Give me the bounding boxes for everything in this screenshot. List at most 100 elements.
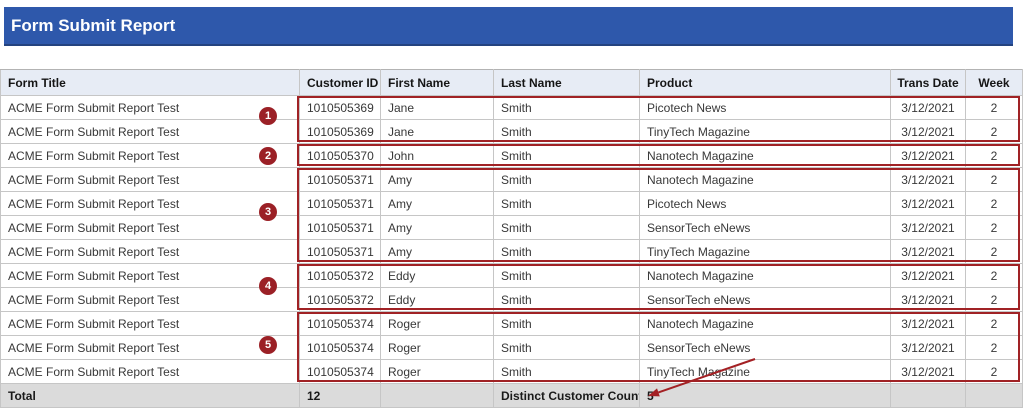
table-cell: 2 [966,144,1023,168]
table-row: ACME Form Submit Report Test1010505374Ro… [1,312,1023,336]
table-cell: 3/12/2021 [891,144,966,168]
report-title-bar: Form Submit Report [4,7,1013,46]
table-cell: SensorTech eNews [640,336,891,360]
table-cell: Jane [381,96,494,120]
table-cell: 1010505369 [300,120,381,144]
table-row: ACME Form Submit Report Test1010505371Am… [1,168,1023,192]
table-cell: TinyTech Magazine [640,240,891,264]
header-row: Form Title Customer ID First Name Last N… [1,70,1023,96]
table-cell: Eddy [381,288,494,312]
table-row: ACME Form Submit Report Test1010505369Ja… [1,120,1023,144]
col-header-product: Product [640,70,891,96]
table-cell: ACME Form Submit Report Test [1,96,300,120]
report-table: Form Title Customer ID First Name Last N… [0,69,1023,408]
col-header-last-name: Last Name [494,70,640,96]
table-cell: 2 [966,312,1023,336]
table-row: ACME Form Submit Report Test1010505371Am… [1,216,1023,240]
table-header: Form Title Customer ID First Name Last N… [1,70,1023,96]
table-cell: 2 [966,288,1023,312]
table-cell: 3/12/2021 [891,360,966,384]
table-cell: Amy [381,168,494,192]
table-cell: Nanotech Magazine [640,168,891,192]
table-cell: 3/12/2021 [891,264,966,288]
table-cell: Smith [494,168,640,192]
table-cell: 3/12/2021 [891,216,966,240]
total-label: Total [1,384,300,408]
total-empty-cell [381,384,494,408]
table-cell: 1010505372 [300,264,381,288]
table-cell: Amy [381,240,494,264]
total-transaction-count: 12 [300,384,381,408]
table-cell: TinyTech Magazine [640,120,891,144]
table-row: ACME Form Submit Report Test1010505370Jo… [1,144,1023,168]
table-cell: Smith [494,192,640,216]
page-title: Form Submit Report [4,16,175,36]
table-cell: 2 [966,360,1023,384]
table-row: ACME Form Submit Report Test1010505374Ro… [1,360,1023,384]
table-cell: Nanotech Magazine [640,144,891,168]
table-row: ACME Form Submit Report Test1010505369Ja… [1,96,1023,120]
table-cell: Amy [381,216,494,240]
table-cell: Roger [381,312,494,336]
table-cell: ACME Form Submit Report Test [1,288,300,312]
table-cell: 2 [966,336,1023,360]
total-empty-cell [891,384,966,408]
table-cell: 1010505371 [300,240,381,264]
table-cell: ACME Form Submit Report Test [1,312,300,336]
table-body: ACME Form Submit Report Test1010505369Ja… [1,96,1023,384]
table-cell: ACME Form Submit Report Test [1,240,300,264]
table-cell: Smith [494,120,640,144]
table-cell: Nanotech Magazine [640,312,891,336]
table-cell: 2 [966,240,1023,264]
table-cell: Smith [494,216,640,240]
table-cell: 3/12/2021 [891,240,966,264]
table-cell: TinyTech Magazine [640,360,891,384]
table-cell: Smith [494,288,640,312]
table-cell: Nanotech Magazine [640,264,891,288]
table-cell: 3/12/2021 [891,192,966,216]
col-header-form-title: Form Title [1,70,300,96]
col-header-customer-id: Customer ID [300,70,381,96]
table-cell: 1010505369 [300,96,381,120]
table-cell: 1010505372 [300,288,381,312]
table-cell: Picotech News [640,96,891,120]
col-header-trans-date: Trans Date [891,70,966,96]
table-cell: 2 [966,96,1023,120]
total-row: Total 12 Distinct Customer Count 5 [1,384,1023,408]
report-page: Form Submit Report Form Title Customer I… [0,0,1024,410]
table-cell: SensorTech eNews [640,216,891,240]
table-cell: 3/12/2021 [891,96,966,120]
table-cell: Smith [494,96,640,120]
table-cell: Roger [381,360,494,384]
total-empty-cell [966,384,1023,408]
table-cell: 1010505371 [300,192,381,216]
table-row: ACME Form Submit Report Test1010505372Ed… [1,288,1023,312]
table-cell: Roger [381,336,494,360]
table-cell: Smith [494,240,640,264]
table-cell: Eddy [381,264,494,288]
table-cell: 1010505374 [300,336,381,360]
table-cell: ACME Form Submit Report Test [1,192,300,216]
table-cell: 3/12/2021 [891,288,966,312]
table-cell: 2 [966,264,1023,288]
distinct-customer-count-value: 5 [640,384,891,408]
table-cell: ACME Form Submit Report Test [1,336,300,360]
table-cell: ACME Form Submit Report Test [1,168,300,192]
table-cell: 1010505370 [300,144,381,168]
table-cell: Smith [494,264,640,288]
table-cell: Amy [381,192,494,216]
table-cell: ACME Form Submit Report Test [1,360,300,384]
table-cell: ACME Form Submit Report Test [1,144,300,168]
table-cell: Picotech News [640,192,891,216]
table-cell: Smith [494,336,640,360]
table-cell: 3/12/2021 [891,168,966,192]
table-row: ACME Form Submit Report Test1010505372Ed… [1,264,1023,288]
table-cell: 2 [966,216,1023,240]
table-cell: John [381,144,494,168]
table-cell: 1010505371 [300,168,381,192]
table-cell: ACME Form Submit Report Test [1,264,300,288]
table-cell: 1010505374 [300,360,381,384]
table-row: ACME Form Submit Report Test1010505371Am… [1,240,1023,264]
table-cell: 3/12/2021 [891,120,966,144]
col-header-week: Week [966,70,1023,96]
